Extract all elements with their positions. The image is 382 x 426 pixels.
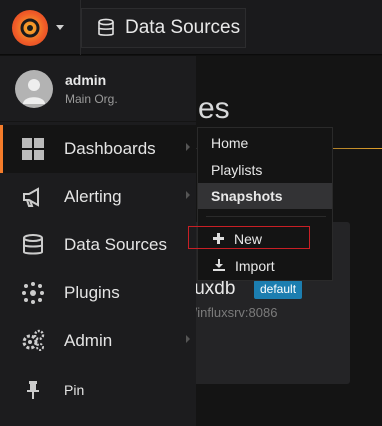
page-title-button[interactable]: Data Sources [81, 8, 246, 48]
sidemenu: admin Main Org. Dashboards Alerting Data… [0, 56, 196, 426]
datasource-url: //influxsrv:8086 [190, 305, 278, 320]
submenu-item-label: Import [235, 258, 275, 274]
sidebar-item-plugins[interactable]: Plugins [0, 269, 196, 317]
submenu-item-snapshots[interactable]: Snapshots [198, 183, 332, 209]
database-icon [98, 18, 114, 36]
user-profile[interactable]: admin Main Org. [0, 56, 196, 122]
sidebar-item-label: Admin [64, 331, 113, 350]
sidebar-item-dashboards[interactable]: Dashboards [0, 125, 196, 173]
grafana-logo-icon [12, 9, 48, 46]
submenu-item-home[interactable]: Home [198, 130, 332, 156]
dashboards-icon [20, 136, 46, 162]
pin-icon [20, 377, 46, 403]
submenu-item-import[interactable]: Import [198, 254, 332, 278]
plugins-icon [20, 280, 46, 306]
dashboards-submenu: Home Playlists Snapshots New Import [197, 127, 333, 281]
user-name: admin [65, 71, 107, 88]
megaphone-icon [20, 184, 46, 210]
grafana-menu-button[interactable] [0, 0, 80, 55]
submenu-item-playlists[interactable]: Playlists [198, 157, 332, 183]
highlight-box [188, 226, 310, 249]
submenu-divider [206, 216, 326, 217]
user-icon [23, 78, 45, 104]
sidebar-item-pin[interactable]: Pin [0, 366, 196, 414]
user-org: Main Org. [65, 91, 118, 106]
chevron-down-icon [56, 25, 64, 30]
database-icon [20, 232, 46, 258]
chevron-right-icon [186, 143, 190, 151]
sidebar-item-admin[interactable]: Admin [0, 317, 196, 365]
default-badge: default [254, 280, 303, 299]
chevron-right-icon [186, 191, 190, 199]
chevron-right-icon [186, 335, 190, 343]
sidebar-item-label: Plugins [64, 283, 120, 302]
sidebar-item-label: Data Sources [64, 235, 167, 254]
sidebar-item-label: Alerting [64, 187, 122, 206]
sidebar-item-data-sources[interactable]: Data Sources [0, 221, 196, 269]
sidebar-item-label: Dashboards [64, 139, 156, 158]
sidebar-item-label: Pin [64, 382, 85, 398]
page-heading: es [198, 92, 230, 125]
page-title: Data Sources [125, 17, 241, 38]
import-icon [213, 258, 225, 274]
avatar [15, 69, 53, 108]
datasource-name[interactable]: luxdb [190, 278, 235, 300]
sidebar-item-alerting[interactable]: Alerting [0, 173, 196, 221]
top-navbar: Data Sources [0, 0, 382, 55]
gears-icon [20, 328, 46, 354]
